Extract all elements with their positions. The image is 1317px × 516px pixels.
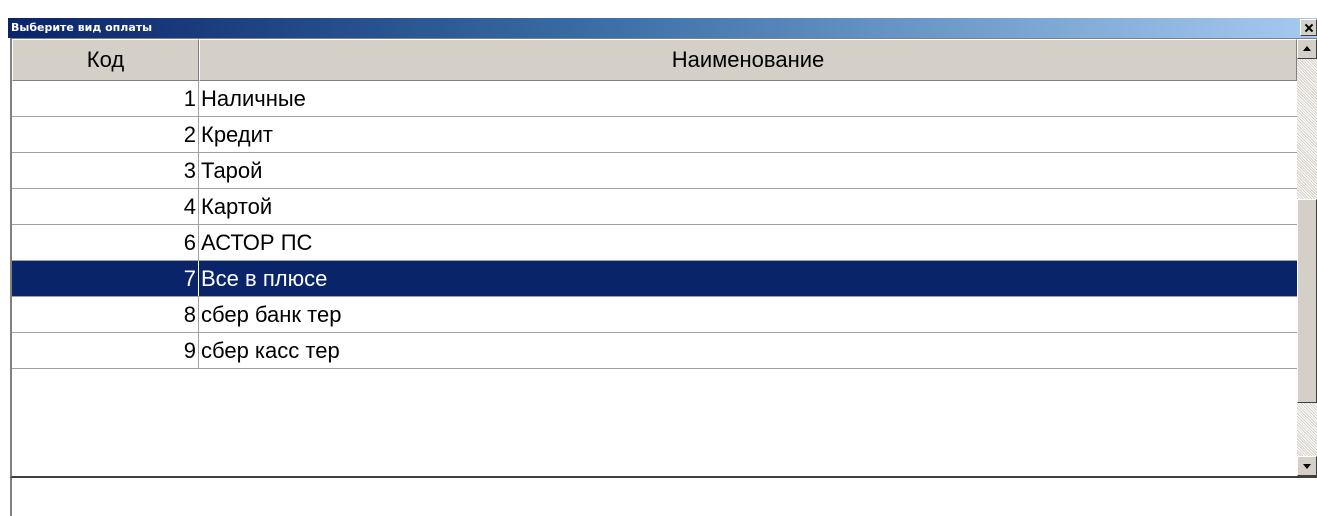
close-button[interactable] — [1300, 19, 1317, 36]
title-bar[interactable]: Выберите вид оплаты — [8, 18, 1317, 38]
table-row[interactable]: 2 Кредит — [12, 117, 1297, 153]
cell-code: 9 — [12, 333, 199, 368]
cell-name: АСТОР ПС — [201, 230, 313, 255]
column-header-code[interactable]: Код — [12, 39, 199, 81]
table-row[interactable]: 1 Наличные — [12, 81, 1297, 117]
cell-code: 1 — [12, 81, 199, 116]
table-row[interactable]: 6 АСТОР ПС — [12, 225, 1297, 261]
table-row[interactable]: 3 Тарой — [12, 153, 1297, 189]
dialog-title: Выберите вид оплаты — [11, 21, 153, 34]
cell-code: 8 — [12, 297, 199, 332]
grid-header: Код Наименование — [12, 39, 1297, 81]
scroll-up-button[interactable] — [1297, 39, 1317, 59]
vertical-scrollbar[interactable] — [1297, 39, 1317, 476]
cell-name: Все в плюсе — [201, 266, 328, 291]
cell-code: 7 — [12, 261, 199, 296]
cell-code: 3 — [12, 153, 199, 188]
bottom-panel — [10, 478, 1317, 516]
table-row[interactable]: 4 Картой — [12, 189, 1297, 225]
cell-code: 4 — [12, 189, 199, 224]
payment-type-dialog: Выберите вид оплаты Код Наименование 1 Н… — [0, 0, 1317, 516]
grid-rows: 1 Наличные 2 Кредит 3 Тарой 4 Картой 6 А… — [12, 81, 1297, 369]
cell-name: Тарой — [201, 158, 263, 183]
cell-code: 2 — [12, 117, 199, 152]
cell-name: сбер касс тер — [201, 338, 340, 363]
cell-name: Наличные — [201, 86, 306, 111]
cell-name: Картой — [201, 194, 273, 219]
table-row[interactable]: 9 сбер касс тер — [12, 333, 1297, 369]
table-row-selected[interactable]: 7 Все в плюсе — [12, 261, 1297, 297]
table-row[interactable]: 8 сбер банк тер — [12, 297, 1297, 333]
cell-code: 6 — [12, 225, 199, 260]
scrollbar-thumb[interactable] — [1297, 199, 1317, 403]
cell-name: сбер банк тер — [201, 302, 342, 327]
payment-types-grid: Код Наименование 1 Наличные 2 Кредит 3 Т… — [10, 38, 1317, 478]
scroll-down-button[interactable] — [1297, 456, 1317, 476]
column-header-name[interactable]: Наименование — [199, 39, 1297, 81]
cell-name: Кредит — [201, 122, 274, 147]
